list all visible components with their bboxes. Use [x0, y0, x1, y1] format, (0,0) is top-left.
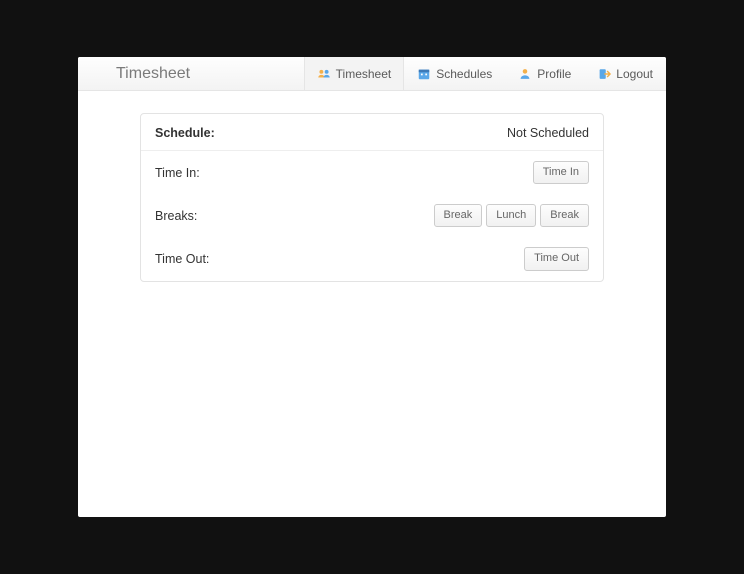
breaks-label: Breaks: — [155, 209, 197, 223]
schedule-label: Schedule: — [155, 126, 215, 140]
lunch-button[interactable]: Lunch — [486, 204, 536, 227]
nav-schedules[interactable]: Schedules — [404, 57, 505, 90]
row-breaks: Breaks: Break Lunch Break — [141, 194, 603, 237]
person-icon — [518, 67, 532, 81]
time-in-button[interactable]: Time In — [533, 161, 589, 184]
top-bar: Timesheet Timesheet Schedules Profile — [78, 57, 666, 91]
group-people-icon — [317, 67, 331, 81]
schedule-value: Not Scheduled — [507, 126, 589, 140]
row-time-in: Time In: Time In — [141, 151, 603, 194]
calendar-icon — [417, 67, 431, 81]
app-window: Timesheet Timesheet Schedules Profile — [78, 57, 666, 517]
logout-door-icon — [597, 67, 611, 81]
nav-timesheet[interactable]: Timesheet — [304, 57, 405, 90]
nav-profile-label: Profile — [537, 67, 571, 81]
nav-logout[interactable]: Logout — [584, 57, 666, 90]
break-button-1[interactable]: Break — [434, 204, 483, 227]
brand-title: Timesheet — [116, 65, 304, 83]
main-nav: Timesheet Schedules Profile Logout — [304, 57, 666, 90]
time-out-button[interactable]: Time Out — [524, 247, 589, 270]
nav-profile[interactable]: Profile — [505, 57, 584, 90]
time-out-label: Time Out: — [155, 252, 209, 266]
nav-schedules-label: Schedules — [436, 67, 492, 81]
time-in-label: Time In: — [155, 166, 200, 180]
timesheet-panel: Schedule: Not Scheduled Time In: Time In… — [140, 113, 604, 282]
nav-logout-label: Logout — [616, 67, 653, 81]
content-area: Schedule: Not Scheduled Time In: Time In… — [78, 91, 666, 282]
schedule-header: Schedule: Not Scheduled — [141, 114, 603, 151]
break-button-2[interactable]: Break — [540, 204, 589, 227]
row-time-out: Time Out: Time Out — [141, 237, 603, 280]
nav-timesheet-label: Timesheet — [336, 67, 392, 81]
